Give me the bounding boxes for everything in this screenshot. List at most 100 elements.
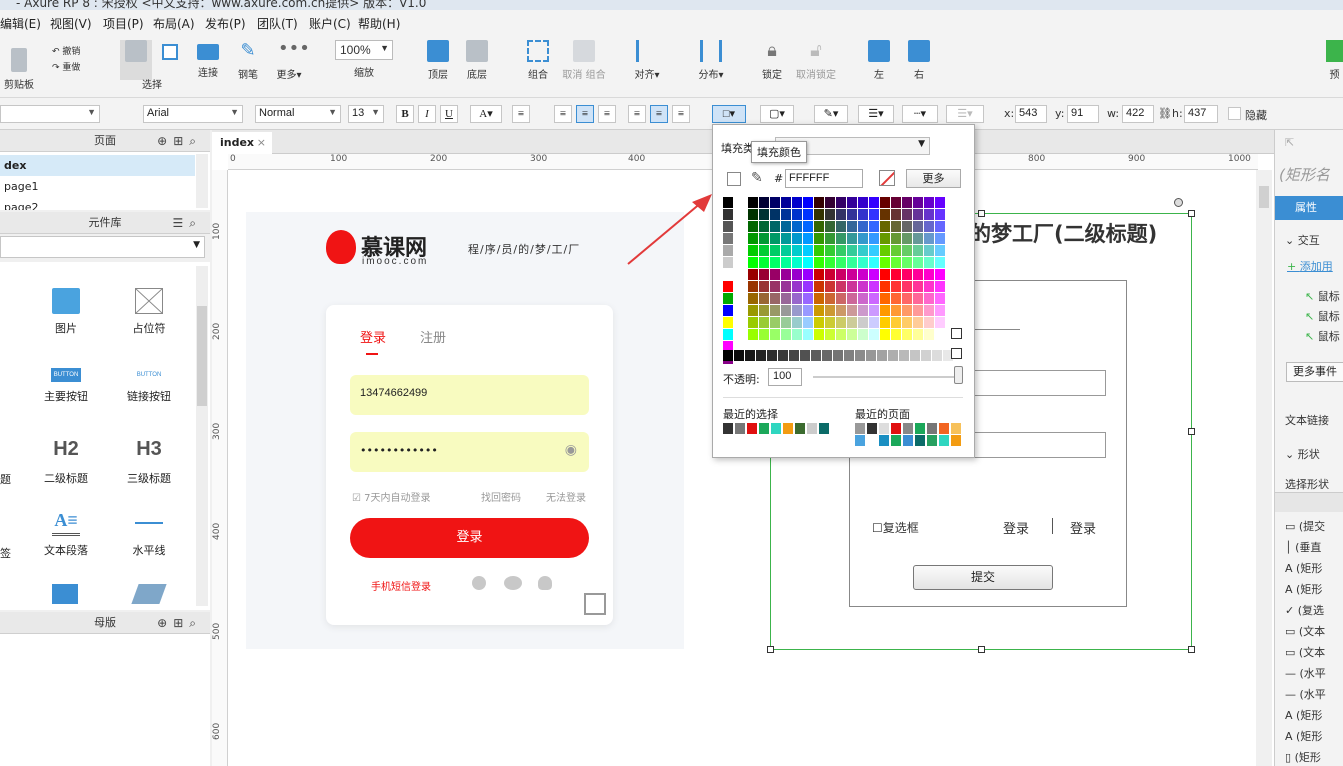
recent-colors-grid[interactable] xyxy=(723,423,842,446)
ungroup-button[interactable]: 取消 组合 xyxy=(562,40,606,81)
color-swatch[interactable] xyxy=(902,245,912,256)
color-swatch[interactable] xyxy=(792,233,802,244)
color-swatch[interactable] xyxy=(814,269,824,280)
qrcode-icon[interactable] xyxy=(584,593,606,615)
color-swatch[interactable] xyxy=(792,245,802,256)
color-swatch[interactable] xyxy=(935,233,945,244)
library-select[interactable]: ▼ xyxy=(0,236,205,258)
page-color-swatch[interactable] xyxy=(891,435,901,446)
color-swatch[interactable] xyxy=(836,317,846,328)
color-swatch[interactable] xyxy=(935,293,945,304)
grayscale-row[interactable] xyxy=(723,350,953,361)
color-palette-grid[interactable] xyxy=(748,197,945,340)
outline-item[interactable]: A (矩形 xyxy=(1285,581,1322,597)
color-swatch[interactable] xyxy=(781,233,791,244)
wireframe-textbox-1[interactable] xyxy=(974,370,1106,396)
more-events-button[interactable]: 更多事件 xyxy=(1286,362,1343,382)
color-swatch[interactable] xyxy=(869,233,879,244)
resize-handle-bottom-left[interactable] xyxy=(767,646,774,653)
wechat-icon[interactable] xyxy=(504,576,522,590)
color-swatch[interactable] xyxy=(924,305,934,316)
color-swatch[interactable] xyxy=(814,257,824,268)
weibo-icon[interactable] xyxy=(472,576,486,590)
color-swatch[interactable] xyxy=(902,269,912,280)
color-swatch[interactable] xyxy=(748,245,758,256)
color-swatch[interactable] xyxy=(803,317,813,328)
color-swatch[interactable] xyxy=(869,257,879,268)
recent-color-swatch[interactable] xyxy=(771,435,781,446)
color-swatch[interactable] xyxy=(891,293,901,304)
valign-bottom-button[interactable]: ≡ xyxy=(672,105,690,123)
page-color-swatch[interactable] xyxy=(903,423,913,434)
font-color-button[interactable]: A▾ xyxy=(470,105,502,123)
color-swatch[interactable] xyxy=(723,305,733,316)
page-color-swatch[interactable] xyxy=(891,423,901,434)
color-swatch[interactable] xyxy=(847,197,857,208)
color-swatch[interactable] xyxy=(880,209,890,220)
align-right-text-button[interactable]: ≡ xyxy=(598,105,616,123)
color-swatch[interactable] xyxy=(836,233,846,244)
color-swatch[interactable] xyxy=(770,209,780,220)
color-swatch[interactable] xyxy=(924,221,934,232)
wireframe-checkbox[interactable]: ☐复选框 xyxy=(872,519,919,536)
color-swatch[interactable] xyxy=(924,293,934,304)
pen-button[interactable]: ✎ 钢笔 xyxy=(235,40,261,81)
color-swatch[interactable] xyxy=(781,209,791,220)
gray-swatch[interactable] xyxy=(899,350,909,361)
outline-item[interactable]: │ (垂直 xyxy=(1285,539,1321,555)
color-swatch[interactable] xyxy=(803,197,813,208)
page-color-swatch[interactable] xyxy=(915,423,925,434)
color-swatch[interactable] xyxy=(847,281,857,292)
color-swatch[interactable] xyxy=(748,197,758,208)
color-swatch[interactable] xyxy=(781,329,791,340)
widget-placeholder[interactable]: 占位符 xyxy=(114,288,184,336)
login-mockup-image[interactable]: 慕课网 imooc.com 程/序/员/的/梦/工/厂 登录 注册 134746… xyxy=(246,212,684,649)
qq-icon[interactable] xyxy=(538,576,552,590)
color-swatch[interactable] xyxy=(858,305,868,316)
color-swatch[interactable] xyxy=(935,197,945,208)
align-center-text-button[interactable]: ≡ xyxy=(576,105,594,123)
rotate-handle[interactable] xyxy=(1174,198,1183,207)
gray-swatch[interactable] xyxy=(855,350,865,361)
color-swatch[interactable] xyxy=(825,209,835,220)
more-button[interactable]: ••• 更多▾ xyxy=(272,40,309,82)
close-icon[interactable]: × xyxy=(257,132,266,154)
bring-to-front-button[interactable]: 顶层 xyxy=(424,40,452,81)
color-swatch[interactable] xyxy=(770,305,780,316)
color-swatch[interactable] xyxy=(723,233,733,244)
color-swatch[interactable] xyxy=(913,245,923,256)
menu-help[interactable]: 帮助(H) xyxy=(358,15,400,32)
color-swatch[interactable] xyxy=(781,257,791,268)
valign-top-button[interactable]: ≡ xyxy=(628,105,646,123)
hidden-checkbox[interactable] xyxy=(1228,107,1241,120)
page-color-swatch[interactable] xyxy=(879,435,889,446)
page-color-swatch[interactable] xyxy=(951,435,961,446)
opacity-slider-track[interactable] xyxy=(813,376,961,378)
color-swatch[interactable] xyxy=(759,233,769,244)
opacity-input[interactable]: 100 xyxy=(768,368,802,386)
color-swatch[interactable] xyxy=(792,317,802,328)
color-swatch[interactable] xyxy=(825,281,835,292)
color-swatch[interactable] xyxy=(913,281,923,292)
menu-layout[interactable]: 布局(A) xyxy=(153,15,195,32)
line-pattern-button[interactable]: ┄▾ xyxy=(902,105,938,123)
widget-primary-button[interactable]: BUTTON 主要按钮 xyxy=(31,368,101,404)
color-swatch[interactable] xyxy=(759,305,769,316)
color-swatch[interactable] xyxy=(781,317,791,328)
recent-color-swatch[interactable] xyxy=(723,423,733,434)
color-swatch[interactable] xyxy=(781,221,791,232)
color-swatch[interactable] xyxy=(847,221,857,232)
color-swatch[interactable] xyxy=(924,281,934,292)
color-swatch[interactable] xyxy=(814,209,824,220)
recent-page-colors-grid[interactable] xyxy=(855,423,962,446)
tab-login[interactable]: 登录 xyxy=(360,327,386,346)
color-swatch[interactable] xyxy=(935,209,945,220)
color-swatch[interactable] xyxy=(836,257,846,268)
color-swatch[interactable] xyxy=(770,245,780,256)
menu-publish[interactable]: 发布(P) xyxy=(205,15,246,32)
fill-color-button[interactable]: □▾ xyxy=(712,105,746,123)
white-swatch[interactable] xyxy=(951,328,962,339)
color-swatch[interactable] xyxy=(825,197,835,208)
align-left-text-button[interactable]: ≡ xyxy=(554,105,572,123)
color-swatch[interactable] xyxy=(792,257,802,268)
